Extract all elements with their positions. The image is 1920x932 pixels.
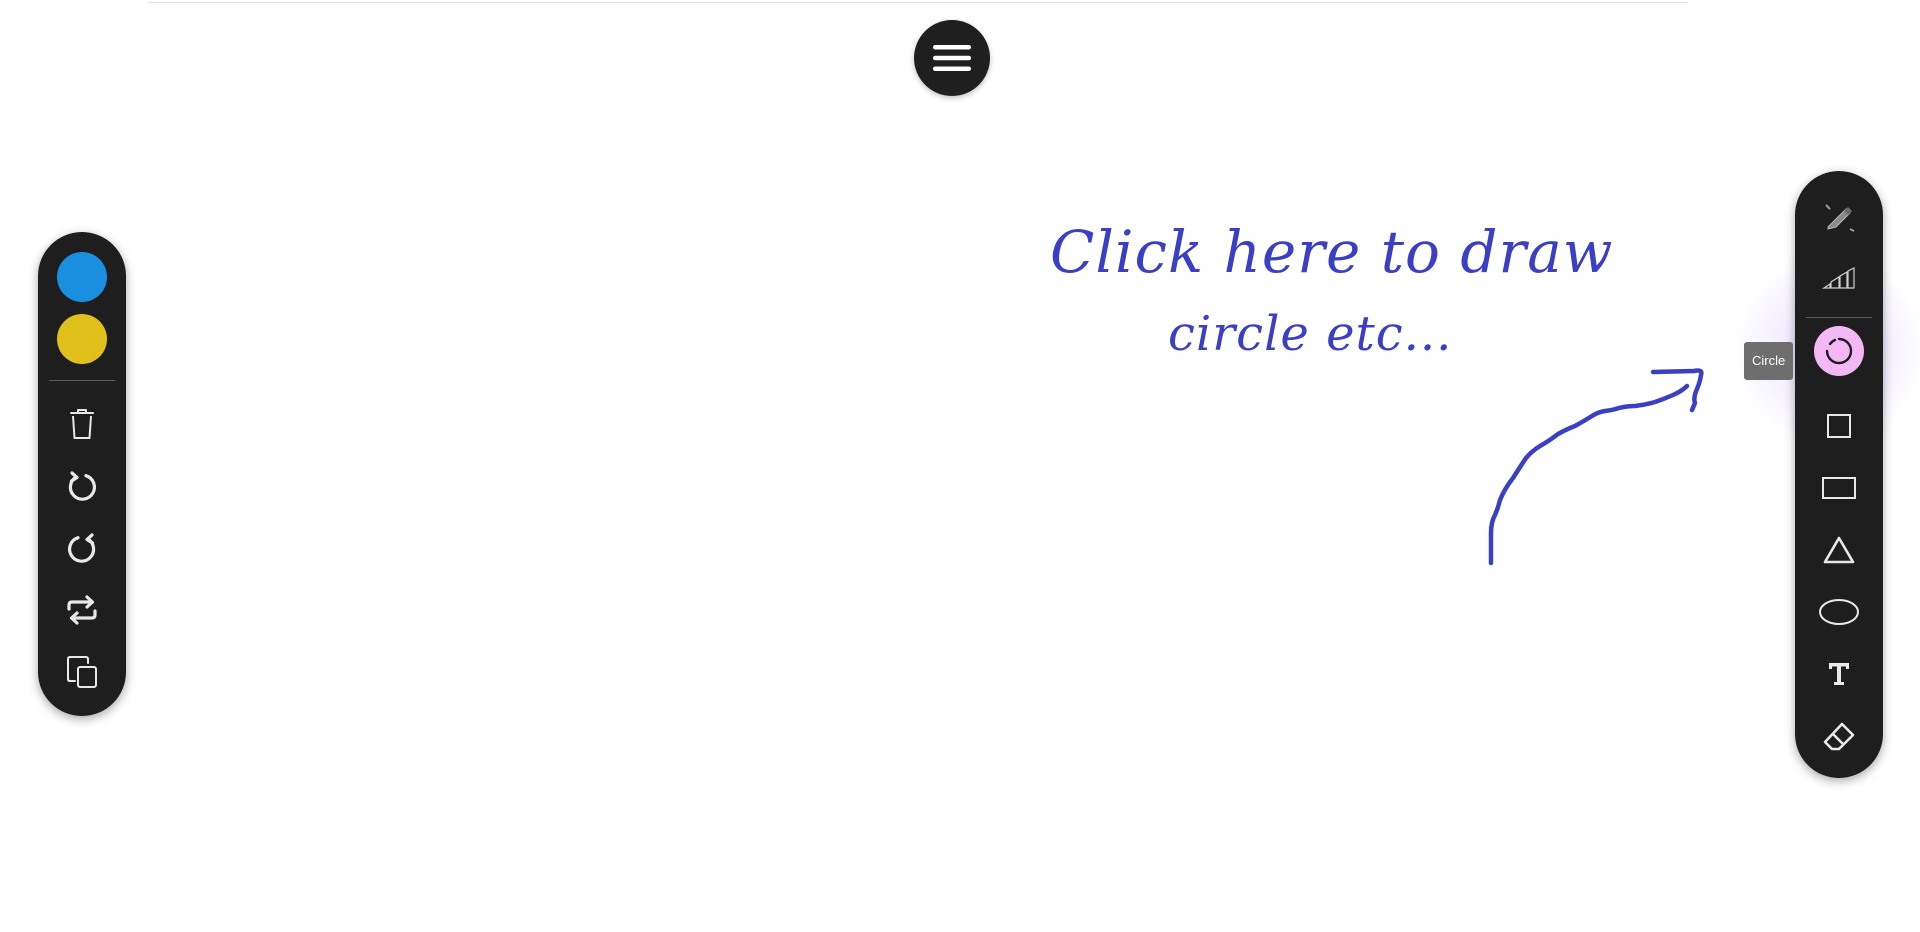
circle-tool-button[interactable] <box>1814 326 1864 376</box>
ellipse-icon <box>1819 599 1859 625</box>
swap-button[interactable] <box>57 585 107 635</box>
swap-icon <box>67 595 97 625</box>
active-tool-highlight <box>1814 326 1864 376</box>
pen-icon <box>1825 204 1855 232</box>
rectangle-tool-button[interactable] <box>1814 463 1864 513</box>
undo-icon <box>68 471 96 501</box>
triangle-tool-button[interactable] <box>1814 525 1864 575</box>
color-swatch-yellow[interactable] <box>57 314 107 364</box>
left-toolbar <box>38 232 126 716</box>
toolbar-divider <box>1806 317 1872 318</box>
delete-button[interactable] <box>57 399 107 449</box>
hamburger-icon <box>933 45 971 71</box>
duplicate-button[interactable] <box>57 647 107 697</box>
square-icon <box>1827 414 1851 438</box>
color-swatch-blue[interactable] <box>57 252 107 302</box>
hint-text-line-2: circle etc... <box>1168 306 1453 362</box>
stroke-width-icon <box>1822 267 1855 289</box>
redo-icon <box>68 533 96 563</box>
eraser-icon <box>1823 722 1855 751</box>
drawing-canvas[interactable] <box>0 0 1920 932</box>
ellipse-tool-button[interactable] <box>1814 587 1864 637</box>
eraser-tool-button[interactable] <box>1814 711 1864 761</box>
circle-tool-icon <box>1825 337 1853 365</box>
copy-icon <box>67 656 97 688</box>
top-divider <box>148 2 1688 3</box>
trash-icon <box>70 409 94 439</box>
pen-tool-button[interactable] <box>1814 191 1864 241</box>
toolbar-divider <box>49 380 115 381</box>
right-toolbar <box>1795 171 1883 778</box>
text-icon <box>1829 663 1849 685</box>
menu-button[interactable] <box>914 20 990 96</box>
rectangle-icon <box>1822 477 1856 499</box>
stroke-width-button[interactable] <box>1814 253 1864 303</box>
text-tool-button[interactable] <box>1814 649 1864 699</box>
redo-button[interactable] <box>57 523 107 573</box>
square-tool-button[interactable] <box>1814 401 1864 451</box>
tool-tooltip: Circle <box>1744 342 1794 380</box>
undo-button[interactable] <box>57 461 107 511</box>
triangle-icon <box>1823 536 1855 564</box>
hint-text-line-1: Click here to draw <box>1050 218 1614 286</box>
